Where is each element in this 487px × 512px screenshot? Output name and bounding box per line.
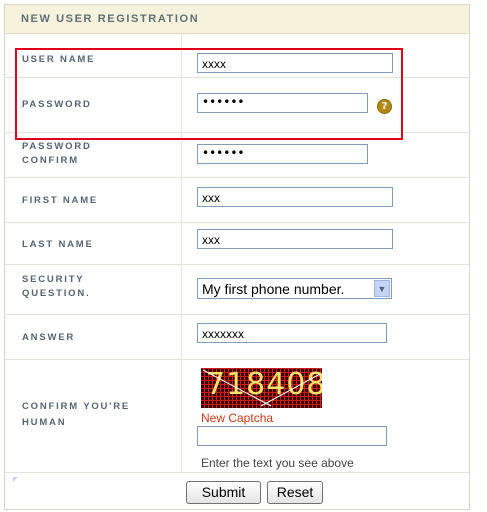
captcha-label-line2: HUMAN (22, 417, 67, 428)
label-cell: SECURITY QUESTION. (5, 265, 182, 314)
first-name-label: FIRST NAME (22, 195, 99, 206)
label-cell: CONFIRM YOU'RE HUMAN (5, 360, 182, 472)
submit-button[interactable]: Submit (186, 481, 261, 504)
captcha-label-line1: CONFIRM YOU'RE (22, 401, 131, 412)
form-title: NEW USER REGISTRATION (21, 13, 200, 25)
captcha-noise-line (260, 373, 321, 407)
security-question-selected: My first phone number. (202, 281, 345, 297)
captcha-image: 718408 (201, 368, 322, 408)
answer-input[interactable]: xxxxxxx (197, 323, 387, 343)
first-name-input[interactable]: xxx (197, 187, 393, 207)
captcha-hint: Enter the text you see above (201, 456, 354, 470)
captcha-noise-line (202, 369, 272, 407)
highlight-box (15, 48, 403, 140)
label-cell: FIRST NAME (5, 178, 182, 222)
captcha-noise-lines (202, 369, 321, 407)
security-question-select[interactable]: My first phone number. ▼ (197, 278, 392, 299)
form-header: NEW USER REGISTRATION (5, 5, 469, 34)
chevron-down-icon[interactable]: ▼ (374, 280, 390, 297)
last-name-label: LAST NAME (22, 239, 94, 250)
label-cell: LAST NAME (5, 223, 182, 264)
corner-marker (13, 477, 18, 482)
new-captcha-link[interactable]: New Captcha (201, 411, 273, 425)
captcha-input[interactable] (197, 426, 387, 446)
answer-label: ANSWER (22, 332, 76, 343)
security-question-label-line2: QUESTION. (22, 288, 91, 299)
password-confirm-input[interactable]: •••••• (197, 144, 368, 164)
last-name-input[interactable]: xxx (197, 229, 393, 249)
security-question-label-line1: SECURITY (22, 274, 85, 285)
password-confirm-label-line2: CONFIRM (22, 155, 79, 166)
reset-button[interactable]: Reset (267, 481, 323, 504)
label-cell: ANSWER (5, 315, 182, 359)
password-confirm-label-line1: PASSWORD (22, 141, 92, 152)
